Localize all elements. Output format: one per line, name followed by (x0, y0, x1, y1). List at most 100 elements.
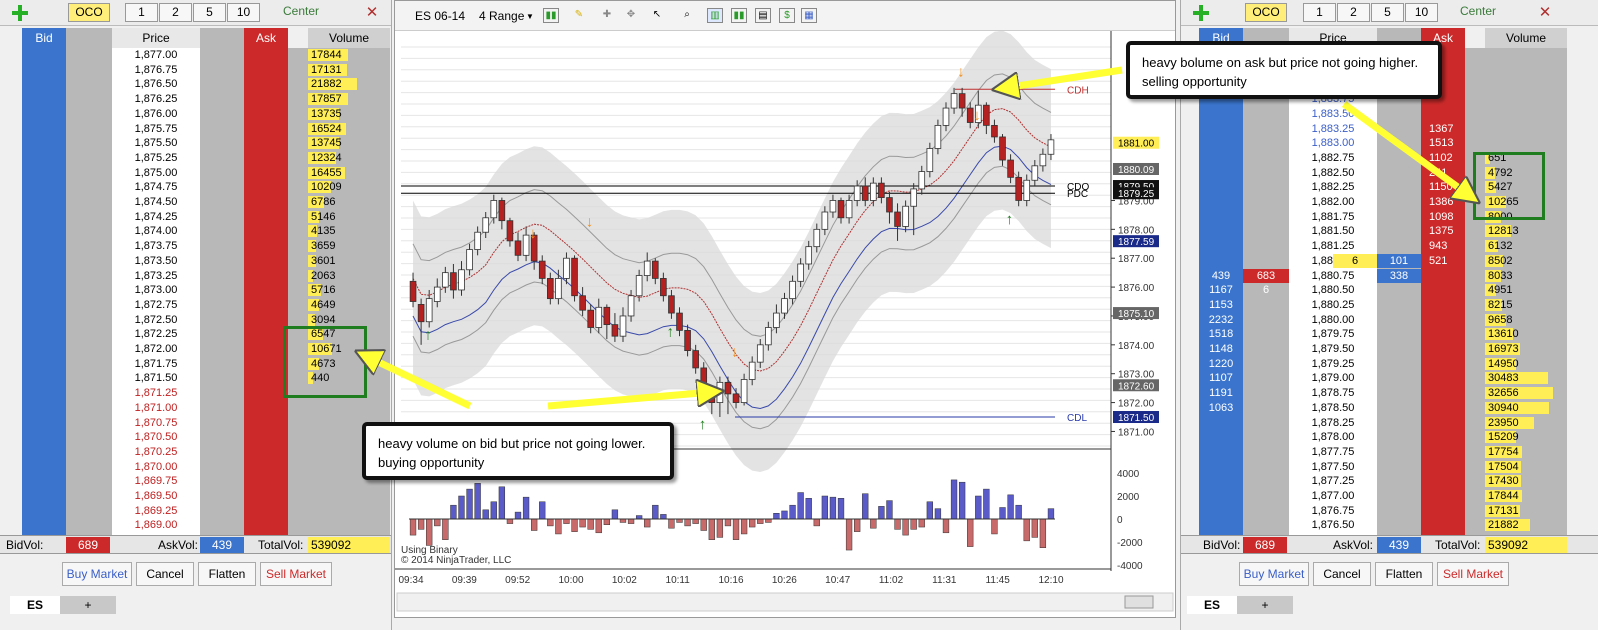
qty-10-button[interactable]: 10 (227, 3, 260, 22)
pointer-icon[interactable]: ↖ (649, 8, 665, 23)
ask-size-cell[interactable]: 943 (1421, 239, 1465, 254)
qty-2-button[interactable]: 2 (159, 3, 192, 22)
ask-size-cell[interactable]: 1375 (1421, 224, 1465, 239)
bid-size-cell[interactable]: 1220 (1199, 357, 1243, 372)
bid-size-cell[interactable]: 1063 (1199, 401, 1243, 416)
bid-size-cell[interactable]: 1167 (1199, 283, 1243, 298)
price-cell[interactable]: 1,879.25 (1289, 357, 1377, 372)
zoom-icon[interactable]: ⌕ (679, 8, 695, 23)
ask-size-cell[interactable]: 1367 (1421, 122, 1465, 137)
price-cell[interactable]: 1,881.25 (1289, 239, 1377, 254)
price-cell[interactable]: 1,880.75 (1289, 269, 1377, 284)
price-cell[interactable]: 1,873.25 (112, 269, 200, 284)
tab-es[interactable]: ES (1187, 596, 1237, 614)
price-cell[interactable]: 1,882.75 (1289, 151, 1377, 166)
instrument-selector[interactable]: ES 06-14 (415, 9, 465, 23)
buy-market-button[interactable]: Buy Market (1239, 562, 1309, 586)
price-cell[interactable]: 1,881.75 (1289, 210, 1377, 225)
ask-size-cell[interactable]: 1150 (1421, 180, 1465, 195)
interval-selector[interactable]: 4 Range (479, 9, 524, 23)
price-cell[interactable]: 1,872.00 (112, 342, 200, 357)
pencil-icon[interactable]: ✎ (571, 8, 587, 23)
ask-size-cell[interactable]: 1098 (1421, 210, 1465, 225)
price-cell[interactable]: 1,869.75 (112, 474, 200, 489)
ask-size-cell[interactable]: 521 (1421, 254, 1465, 269)
sell-market-button[interactable]: Sell Market (1437, 562, 1509, 586)
bid-size-cell[interactable]: 1518 (1199, 327, 1243, 342)
data-box-icon[interactable]: ▥ (707, 8, 723, 23)
ask-size-cell[interactable]: 1386 (1421, 195, 1465, 210)
price-cell[interactable]: 1,874.75 (112, 180, 200, 195)
price-cell[interactable]: 1,876.75 (1289, 504, 1377, 519)
qty-1-button[interactable]: 1 (1303, 3, 1336, 22)
candle-icon[interactable]: ▮▮ (731, 8, 747, 23)
price-cell[interactable]: 1,871.50 (112, 371, 200, 386)
crosshair-icon[interactable]: ✚ (599, 8, 615, 23)
ask-size-cell[interactable]: 241 (1421, 166, 1465, 181)
price-cell[interactable]: 1,879.50 (1289, 342, 1377, 357)
price-cell[interactable]: 1,880.00 (1289, 313, 1377, 328)
oco-button[interactable]: OCO (1245, 3, 1287, 22)
price-cell[interactable]: 1,875.00 (112, 166, 200, 181)
tools-icon[interactable]: ✕ (362, 3, 382, 23)
price-cell[interactable]: 1,877.25 (1289, 474, 1377, 489)
price-cell[interactable]: 1,878.75 (1289, 386, 1377, 401)
properties-icon[interactable]: ▦ (801, 8, 817, 23)
price-cell[interactable]: 1,872.50 (112, 313, 200, 328)
price-cell[interactable]: 1,871.00 (112, 401, 200, 416)
price-cell[interactable]: 1,877.00 (112, 48, 200, 63)
qty-2-button[interactable]: 2 (1337, 3, 1370, 22)
add-tab-button[interactable]: + (1237, 596, 1293, 614)
price-cell[interactable]: 1,869.50 (112, 489, 200, 504)
center-button[interactable]: Center (283, 4, 319, 18)
price-cell[interactable]: 1,879.00 (1289, 371, 1377, 386)
qty-10-button[interactable]: 10 (1405, 3, 1438, 22)
tools-icon[interactable]: ✕ (1535, 3, 1555, 23)
buy-market-button[interactable]: Buy Market (62, 562, 132, 586)
sell-market-button[interactable]: Sell Market (260, 562, 332, 586)
ask-size-cell[interactable]: 1102 (1421, 151, 1465, 166)
bid-size-cell[interactable]: 1191 (1199, 386, 1243, 401)
price-cell[interactable]: 1,878.00 (1289, 430, 1377, 445)
price-cell[interactable]: 1,877.75 (1289, 445, 1377, 460)
price-cell[interactable]: 1,878.50 (1289, 401, 1377, 416)
bid-size-cell[interactable]: 1153 (1199, 298, 1243, 313)
price-cell[interactable]: 1,873.75 (112, 239, 200, 254)
price-cell[interactable]: 1,882.25 (1289, 180, 1377, 195)
price-cell[interactable]: 1,879.75 (1289, 327, 1377, 342)
ask-column[interactable] (244, 48, 288, 535)
price-cell[interactable]: 1,876.50 (112, 77, 200, 92)
price-cell[interactable]: 1,875.25 (112, 151, 200, 166)
price-cell[interactable]: 1,876.75 (112, 63, 200, 78)
flatten-button[interactable]: Flatten (1375, 562, 1433, 586)
qty-5-button[interactable]: 5 (1371, 3, 1404, 22)
chevron-down-icon[interactable]: ▼ (526, 12, 534, 21)
price-cell[interactable]: 1,878.25 (1289, 416, 1377, 431)
center-button[interactable]: Center (1460, 4, 1496, 18)
price-cell[interactable]: 1,870.50 (112, 430, 200, 445)
price-cell[interactable]: 1,869.25 (112, 504, 200, 519)
price-cell[interactable]: 1,876.50 (1289, 518, 1377, 533)
price-cell[interactable]: 1,870.25 (112, 445, 200, 460)
price-chart[interactable]: CDHCDOPDCCDL↑↓↑↓↑↓↓↓↑1879.001878.001877.… (395, 31, 1175, 617)
price-cell[interactable]: 1,874.00 (112, 224, 200, 239)
price-cell[interactable]: 1,871.25 (112, 386, 200, 401)
price-cell[interactable]: 1,882.50 (1289, 166, 1377, 181)
dollar-icon[interactable]: $ (779, 8, 795, 23)
qty-5-button[interactable]: 5 (193, 3, 226, 22)
sell-column[interactable] (200, 48, 244, 535)
price-cell[interactable]: 1,870.00 (112, 460, 200, 475)
price-cell[interactable]: 1,882.00 (1289, 195, 1377, 210)
price-cell[interactable]: 1,877.50 (1289, 460, 1377, 475)
price-cell[interactable]: 1,881.50 (1289, 224, 1377, 239)
price-cell[interactable]: 1,873.50 (112, 254, 200, 269)
price-cell[interactable]: 1,875.75 (112, 122, 200, 137)
price-cell[interactable]: 1,874.25 (112, 210, 200, 225)
ask-size-cell[interactable]: 1513 (1421, 136, 1465, 151)
price-cell[interactable]: 1,880.25 (1289, 298, 1377, 313)
bar-type-icon[interactable]: ▮▮ (543, 8, 559, 23)
oco-button[interactable]: OCO (68, 3, 110, 22)
plus-icon[interactable] (12, 5, 28, 21)
price-cell[interactable]: 1,876.00 (112, 107, 200, 122)
price-cell[interactable]: 1,874.50 (112, 195, 200, 210)
